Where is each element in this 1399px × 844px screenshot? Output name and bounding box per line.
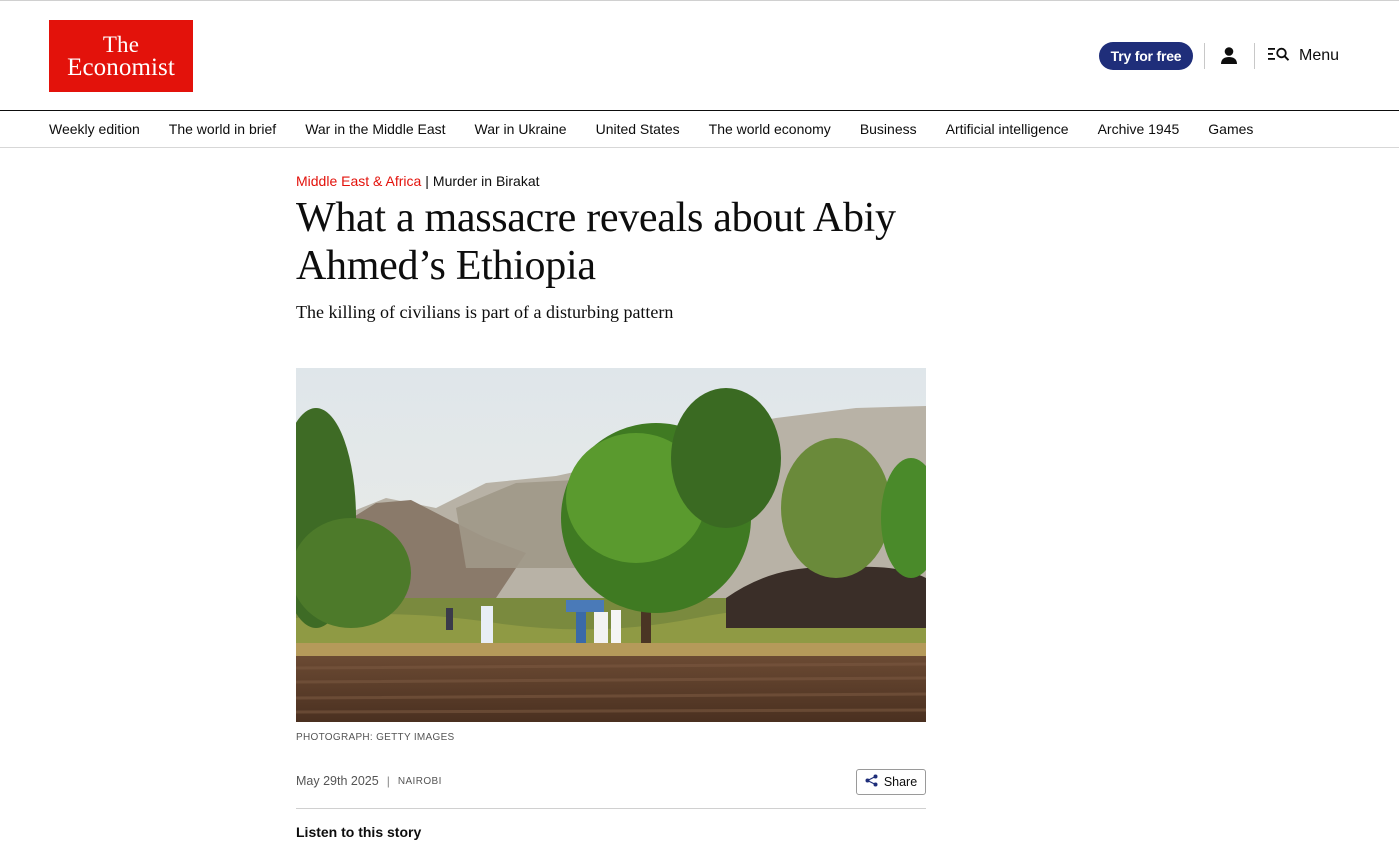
header-rule	[0, 110, 1399, 111]
nav-item-artificial-intelligence[interactable]: Artificial intelligence	[946, 118, 1069, 140]
section-link[interactable]: Middle East & Africa	[296, 173, 421, 189]
nav-item-war-middle-east[interactable]: War in the Middle East	[305, 118, 445, 140]
user-icon[interactable]	[1219, 45, 1239, 67]
nav-rule	[0, 147, 1399, 148]
kicker-separator: |	[425, 173, 429, 189]
nav-item-weekly-edition[interactable]: Weekly edition	[49, 118, 140, 140]
meta-separator: |	[386, 774, 390, 788]
listen-to-story[interactable]: Listen to this story	[296, 824, 421, 840]
share-button[interactable]: Share	[856, 769, 926, 795]
nav-item-united-states[interactable]: United States	[596, 118, 680, 140]
nav-item-world-in-brief[interactable]: The world in brief	[169, 118, 276, 140]
top-border	[0, 0, 1399, 1]
article-kicker: Middle East & Africa | Murder in Birakat	[296, 172, 540, 190]
menu-search-icon	[1267, 45, 1291, 68]
fly-title: Murder in Birakat	[432, 173, 540, 189]
nav-item-war-ukraine[interactable]: War in Ukraine	[475, 118, 567, 140]
nav-item-world-economy[interactable]: The world economy	[709, 118, 831, 140]
share-icon	[865, 774, 878, 790]
try-for-free-button[interactable]: Try for free	[1099, 42, 1193, 70]
logo-line-2: Economist	[67, 53, 175, 81]
meta-rule	[296, 808, 926, 809]
lead-photo	[296, 368, 926, 722]
article-meta: May 29th 2025 | NAIROBI	[296, 774, 442, 788]
logo-line-1: The	[102, 31, 140, 57]
primary-nav: Weekly edition The world in brief War in…	[49, 118, 1282, 140]
share-label: Share	[883, 775, 918, 789]
header-divider	[1204, 43, 1205, 69]
article-headline: What a massacre reveals about Abiy Ahmed…	[296, 195, 896, 289]
nav-item-games[interactable]: Games	[1208, 118, 1253, 140]
article-standfirst: The killing of civilians is part of a di…	[296, 302, 674, 322]
menu-button[interactable]: Menu	[1267, 44, 1339, 68]
photo-credit: PHOTOGRAPH: GETTY IMAGES	[296, 732, 455, 743]
menu-label: Menu	[1299, 47, 1340, 64]
dateline: NAIROBI	[397, 775, 442, 787]
header-divider	[1254, 43, 1255, 69]
publish-date: May 29th 2025	[296, 774, 379, 788]
economist-logo[interactable]: The Economist	[49, 20, 193, 92]
nav-item-business[interactable]: Business	[860, 118, 917, 140]
nav-item-archive-1945[interactable]: Archive 1945	[1098, 118, 1180, 140]
